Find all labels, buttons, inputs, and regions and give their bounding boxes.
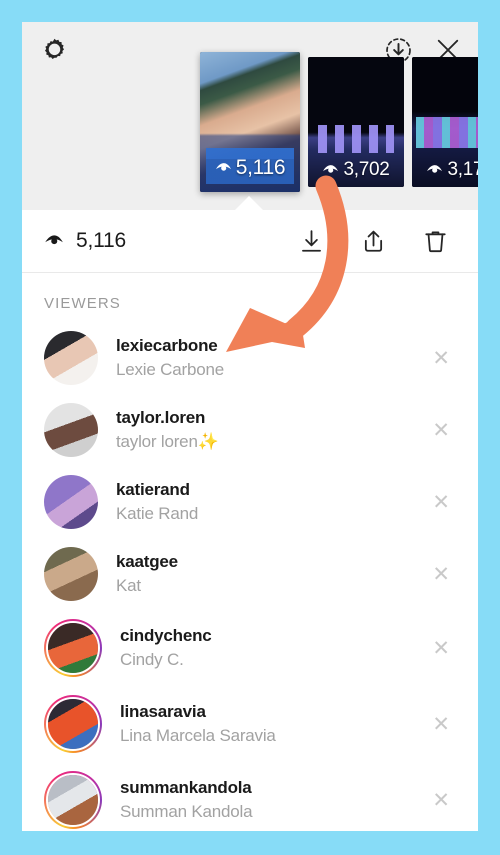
viewer-names: linasaravia Lina Marcela Saravia <box>120 701 276 748</box>
viewer-row[interactable]: kaatgee Kat ✕ <box>22 538 478 610</box>
eye-icon <box>215 163 231 171</box>
avatar[interactable] <box>44 331 98 385</box>
avatar-with-story-ring[interactable] <box>44 695 102 753</box>
download-button[interactable] <box>294 224 328 258</box>
story-view-count-value: 3,702 <box>343 159 390 180</box>
avatar-photo <box>48 699 98 749</box>
avatar[interactable] <box>44 475 98 529</box>
avatar-image <box>44 475 98 529</box>
avatar[interactable] <box>44 403 98 457</box>
avatar-with-story-ring[interactable] <box>44 619 102 677</box>
avatar-image <box>46 697 100 751</box>
viewer-names: cindychenc Cindy C. <box>120 625 212 672</box>
story-action-bar: 5,116 <box>22 210 478 273</box>
viewer-username[interactable]: summankandola <box>120 777 252 800</box>
viewer-names: kaatgee Kat <box>116 551 178 598</box>
eye-icon <box>427 165 443 173</box>
avatar-photo <box>48 623 98 673</box>
eye-icon <box>323 165 339 173</box>
gear-icon <box>44 38 64 59</box>
story-thumbnail[interactable]: 3,179 <box>412 57 478 187</box>
download-icon <box>301 229 321 252</box>
avatar-photo <box>44 403 98 457</box>
viewer-names: taylor.loren taylor loren✨ <box>116 407 219 454</box>
avatar-with-story-ring[interactable] <box>44 771 102 829</box>
avatar-photo <box>44 547 98 601</box>
story-thumbnail-strip[interactable]: 5,1163,7023,1792 <box>200 52 478 207</box>
viewer-username[interactable]: kaatgee <box>116 551 178 574</box>
avatar-image <box>46 773 100 827</box>
viewer-dismiss-button[interactable]: ✕ <box>424 632 458 665</box>
avatar-image <box>44 331 98 385</box>
settings-button[interactable] <box>34 30 74 70</box>
trash-icon <box>424 230 446 252</box>
view-count-group: 5,116 <box>44 229 126 253</box>
viewer-dismiss-button[interactable]: ✕ <box>424 708 458 741</box>
viewer-names: summankandola Summan Kandola <box>120 777 253 824</box>
viewer-username[interactable]: lexiecarbone <box>116 335 224 358</box>
viewer-row[interactable]: summankandola Summan Kandola ✕ <box>22 762 478 831</box>
avatar-image <box>46 621 100 675</box>
story-view-count: 3,702 <box>308 159 404 181</box>
viewer-row[interactable]: taylor.loren taylor loren✨ ✕ <box>22 394 478 466</box>
viewer-fullname: Lina Marcela Saravia <box>120 725 276 745</box>
viewers-section-label: VIEWERS <box>44 295 121 312</box>
story-view-count-value: 3,179 <box>447 159 478 180</box>
viewer-fullname: Katie Rand <box>116 503 199 523</box>
viewer-fullname: Lexie Carbone <box>116 359 224 379</box>
viewer-names: lexiecarbone Lexie Carbone <box>116 335 224 382</box>
viewer-fullname: Kat <box>116 575 141 595</box>
avatar-image <box>44 547 98 601</box>
viewer-names: katierand Katie Rand <box>116 479 198 526</box>
viewer-row[interactable]: lexiecarbone Lexie Carbone ✕ <box>22 322 478 394</box>
viewer-fullname: Summan Kandola <box>120 801 253 821</box>
viewer-row[interactable]: linasaravia Lina Marcela Saravia ✕ <box>22 686 478 762</box>
avatar-photo <box>44 331 98 385</box>
view-count-value: 5,116 <box>76 229 126 252</box>
story-insights-panel: 5,1163,7023,1792 5,116 <box>22 22 478 831</box>
story-view-count: 5,116 <box>200 156 300 180</box>
story-view-count: 3,179 <box>412 159 478 181</box>
panel-header: 5,1163,7023,1792 <box>22 22 478 210</box>
story-thumbnail[interactable]: 3,702 <box>308 57 404 187</box>
viewer-dismiss-button[interactable]: ✕ <box>424 414 458 447</box>
avatar-photo <box>48 775 98 825</box>
viewer-dismiss-button[interactable]: ✕ <box>424 784 458 817</box>
viewer-dismiss-button[interactable]: ✕ <box>424 558 458 591</box>
share-up-icon <box>364 230 382 252</box>
active-story-pointer <box>234 196 264 210</box>
viewer-username[interactable]: linasaravia <box>120 701 276 724</box>
avatar[interactable] <box>44 547 98 601</box>
delete-button[interactable] <box>418 224 452 258</box>
viewer-list: lexiecarbone Lexie Carbone ✕ taylor.loren ta… <box>22 322 478 831</box>
story-thumbnail[interactable]: 5,116 <box>200 52 300 192</box>
avatar-image <box>44 403 98 457</box>
viewer-fullname: Cindy C. <box>120 649 184 669</box>
viewer-dismiss-button[interactable]: ✕ <box>424 342 458 375</box>
eye-icon <box>45 235 63 245</box>
viewer-dismiss-button[interactable]: ✕ <box>424 486 458 519</box>
viewer-row[interactable]: katierand Katie Rand ✕ <box>22 466 478 538</box>
viewer-username[interactable]: katierand <box>116 479 198 502</box>
viewer-username[interactable]: cindychenc <box>120 625 212 648</box>
viewer-fullname: taylor loren✨ <box>116 431 219 451</box>
viewer-username[interactable]: taylor.loren <box>116 407 219 430</box>
action-icon-group <box>294 224 462 258</box>
share-button[interactable] <box>356 224 390 258</box>
avatar-photo <box>44 475 98 529</box>
story-view-count-value: 5,116 <box>235 156 286 179</box>
viewer-row[interactable]: cindychenc Cindy C. ✕ <box>22 610 478 686</box>
